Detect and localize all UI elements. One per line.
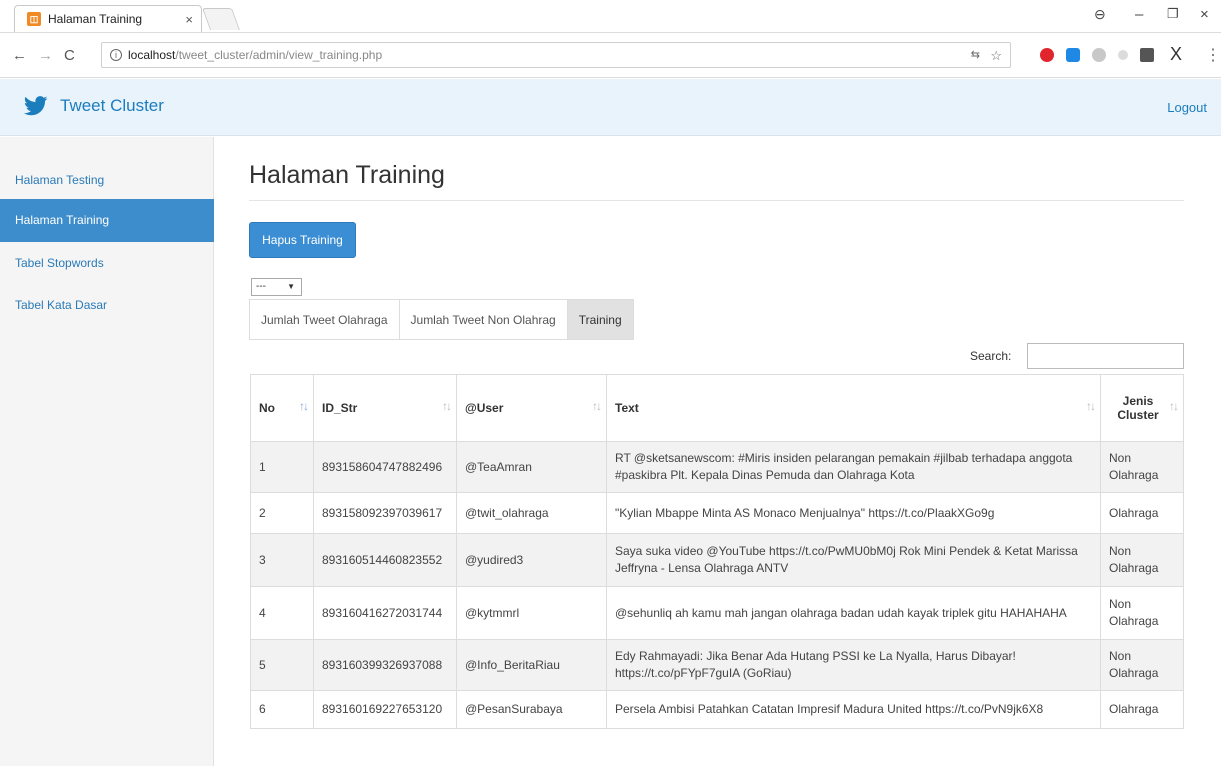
app-navbar: Tweet Cluster Logout bbox=[0, 79, 1221, 136]
table-row: 1 893158604747882496 @TeaAmran RT @skets… bbox=[250, 441, 1184, 493]
filter-select-value: --- bbox=[256, 281, 266, 292]
browser-toolbar: ← → C i localhost /tweet_cluster/admin/v… bbox=[0, 32, 1221, 78]
cell-id-str: 893160514460823552 bbox=[313, 533, 457, 587]
browser-tab[interactable]: ◫ Halaman Training × bbox=[14, 5, 202, 32]
table-row: 6 893160169227653120 @PesanSurabaya Pers… bbox=[250, 690, 1184, 729]
tab-pills: Jumlah Tweet Olahraga Jumlah Tweet Non O… bbox=[249, 299, 634, 340]
grey-extension-icon[interactable] bbox=[1092, 48, 1106, 62]
column-header-user[interactable]: @User ↑↓ bbox=[456, 374, 607, 442]
table-header-row: No ↑↓ ID_Str ↑↓ @User ↑↓ Text ↑↓ Jenis Clust… bbox=[250, 374, 1184, 442]
cell-id-str: 893160169227653120 bbox=[313, 690, 457, 729]
training-table: No ↑↓ ID_Str ↑↓ @User ↑↓ Text ↑↓ Jenis Clust… bbox=[250, 374, 1184, 729]
tab-title: Halaman Training bbox=[48, 12, 143, 26]
cell-text: RT @sketsanewscom: #Miris insiden pelara… bbox=[606, 441, 1101, 493]
column-header-id-str[interactable]: ID_Str ↑↓ bbox=[313, 374, 457, 442]
brand-link[interactable]: Tweet Cluster bbox=[24, 96, 164, 116]
sort-icon: ↑↓ bbox=[592, 399, 602, 413]
cell-text: "Kylian Mbappe Minta AS Monaco Menjualny… bbox=[606, 492, 1101, 534]
sidebar-item-halaman-testing[interactable]: Halaman Testing bbox=[0, 159, 214, 202]
cell-user: @Info_BeritaRiau bbox=[456, 639, 607, 691]
cell-text: Saya suka video @YouTube https://t.co/Pw… bbox=[606, 533, 1101, 587]
cell-text: @sehunliq ah kamu mah jangan olahraga ba… bbox=[606, 586, 1101, 640]
cell-id-str: 893158604747882496 bbox=[313, 441, 457, 493]
sidebar-item-tabel-stopwords[interactable]: Tabel Stopwords bbox=[0, 242, 214, 285]
cell-user: @twit_olahraga bbox=[456, 492, 607, 534]
url-path: /tweet_cluster/admin/view_training.php bbox=[175, 48, 383, 62]
info-icon[interactable]: i bbox=[110, 49, 122, 61]
reload-icon[interactable]: C bbox=[64, 47, 75, 64]
window-close-button[interactable]: × bbox=[1200, 6, 1209, 23]
dot-extension-icon[interactable] bbox=[1118, 50, 1128, 60]
column-header-no[interactable]: No ↑↓ bbox=[250, 374, 314, 442]
cell-user: @yudired3 bbox=[456, 533, 607, 587]
maximize-button[interactable]: ❐ bbox=[1167, 6, 1179, 22]
cell-no: 4 bbox=[250, 586, 314, 640]
url-host: localhost bbox=[128, 48, 176, 62]
cell-no: 6 bbox=[250, 690, 314, 729]
forward-arrow-icon[interactable]: → bbox=[38, 47, 53, 64]
profile-icon[interactable]: ⊖ bbox=[1094, 6, 1106, 23]
table-row: 2 893158092397039617 @twit_olahraga "Kyl… bbox=[250, 492, 1184, 534]
tab-jumlah-tweet-non-olahraga[interactable]: Jumlah Tweet Non Olahrag bbox=[399, 299, 568, 340]
cell-jenis-cluster: Non Olahraga bbox=[1100, 441, 1184, 493]
cell-jenis-cluster: Non Olahraga bbox=[1100, 533, 1184, 587]
new-tab-button[interactable] bbox=[201, 8, 241, 30]
page-title: Halaman Training bbox=[249, 161, 445, 189]
cell-id-str: 893160399326937088 bbox=[313, 639, 457, 691]
cell-id-str: 893160416272031744 bbox=[313, 586, 457, 640]
hapus-training-button[interactable]: Hapus Training bbox=[249, 222, 356, 258]
table-row: 3 893160514460823552 @yudired3 Saya suka… bbox=[250, 533, 1184, 587]
bookmark-star-icon[interactable]: ☆ bbox=[990, 48, 1002, 64]
dropdown-caret-icon: ▼ bbox=[287, 282, 295, 291]
cell-no: 2 bbox=[250, 492, 314, 534]
search-label: Search: bbox=[970, 349, 1012, 363]
brand-title: Tweet Cluster bbox=[60, 96, 164, 115]
sidebar-item-halaman-training[interactable]: Halaman Training bbox=[0, 199, 214, 242]
page-favicon-icon: ◫ bbox=[27, 12, 41, 26]
search-input[interactable] bbox=[1027, 343, 1184, 369]
browser-tab-bar: ◫ Halaman Training × ⊖ – ❐ × bbox=[0, 0, 1221, 32]
translate-icon[interactable]: ⇆ bbox=[971, 48, 980, 61]
table-row: 5 893160399326937088 @Info_BeritaRiau Ed… bbox=[250, 639, 1184, 691]
sort-icon: ↑↓ bbox=[1169, 399, 1179, 413]
sort-icon: ↑↓ bbox=[442, 399, 452, 413]
sidebar-item-tabel-kata-dasar[interactable]: Tabel Kata Dasar bbox=[0, 284, 214, 327]
back-arrow-icon[interactable]: ← bbox=[12, 47, 27, 64]
cell-user: @PesanSurabaya bbox=[456, 690, 607, 729]
browser-menu-icon[interactable]: ⋮ bbox=[1205, 45, 1221, 65]
filter-select[interactable]: --- ▼ bbox=[251, 278, 302, 296]
tab-jumlah-tweet-olahraga[interactable]: Jumlah Tweet Olahraga bbox=[249, 299, 400, 340]
address-bar[interactable]: i localhost /tweet_cluster/admin/view_tr… bbox=[101, 42, 1011, 68]
cell-user: @kytmmrl bbox=[456, 586, 607, 640]
logout-link[interactable]: Logout bbox=[1167, 100, 1207, 115]
cell-id-str: 893158092397039617 bbox=[313, 492, 457, 534]
minimize-button[interactable]: – bbox=[1135, 6, 1143, 23]
sort-icon: ↑↓ bbox=[1086, 399, 1096, 413]
cell-jenis-cluster: Non Olahraga bbox=[1100, 639, 1184, 691]
tab-close-icon[interactable]: × bbox=[185, 12, 193, 27]
cell-no: 1 bbox=[250, 441, 314, 493]
cell-no: 3 bbox=[250, 533, 314, 587]
cell-user: @TeaAmran bbox=[456, 441, 607, 493]
twitter-bird-icon bbox=[24, 96, 48, 116]
cell-jenis-cluster: Olahraga bbox=[1100, 492, 1184, 534]
opera-extension-icon[interactable] bbox=[1040, 48, 1054, 62]
cell-no: 5 bbox=[250, 639, 314, 691]
cell-jenis-cluster: Non Olahraga bbox=[1100, 586, 1184, 640]
cell-text: Persela Ambisi Patahkan Catatan Impresif… bbox=[606, 690, 1101, 729]
column-header-jenis-cluster[interactable]: Jenis Cluster ↑↓ bbox=[1100, 374, 1184, 442]
sort-asc-icon: ↑↓ bbox=[299, 399, 309, 413]
column-header-text[interactable]: Text ↑↓ bbox=[606, 374, 1101, 442]
x-extension-icon[interactable]: X bbox=[1170, 44, 1182, 65]
table-row: 4 893160416272031744 @kytmmrl @sehunliq … bbox=[250, 586, 1184, 640]
tab-training[interactable]: Training bbox=[567, 299, 634, 340]
sidebar: Halaman Testing Halaman Training Tabel S… bbox=[0, 137, 214, 766]
title-divider bbox=[249, 200, 1184, 201]
cell-jenis-cluster: Olahraga bbox=[1100, 690, 1184, 729]
puzzle-extension-icon[interactable] bbox=[1140, 48, 1154, 62]
cell-text: Edy Rahmayadi: Jika Benar Ada Hutang PSS… bbox=[606, 639, 1101, 691]
s-extension-icon[interactable] bbox=[1066, 48, 1080, 62]
